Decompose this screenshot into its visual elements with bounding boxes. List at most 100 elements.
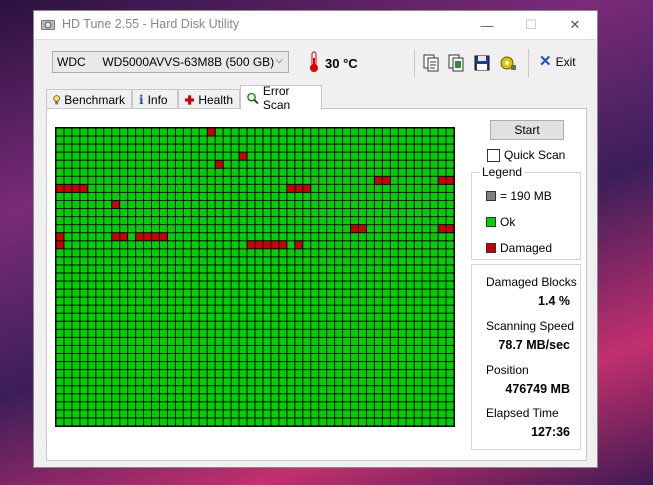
exit-button[interactable]: ✕ Exit <box>539 53 576 70</box>
ok-block <box>327 200 335 209</box>
damaged-block <box>263 241 271 249</box>
ok-block <box>152 265 159 273</box>
ok-block <box>287 313 295 321</box>
ok-block <box>319 410 327 418</box>
ok-block <box>414 345 422 354</box>
ok-block <box>64 152 72 160</box>
ok-block <box>239 378 247 386</box>
ok-block <box>167 273 175 281</box>
drive-select[interactable]: WDC WD5000AVVS-63M8B (500 GB) ⌵ <box>52 51 289 73</box>
ok-block <box>255 128 263 136</box>
ok-block <box>343 386 351 394</box>
ok-block <box>247 362 255 370</box>
ok-block <box>303 241 311 249</box>
ok-block <box>56 345 64 354</box>
ok-block <box>120 337 128 345</box>
ok-block <box>72 337 80 345</box>
ok-block <box>231 394 239 402</box>
close-button[interactable]: ✕ <box>553 11 597 39</box>
ok-block <box>72 354 80 362</box>
ok-block <box>271 257 279 265</box>
quick-scan-box[interactable] <box>487 148 500 162</box>
save-icon[interactable] <box>472 53 492 73</box>
ok-block <box>319 160 327 168</box>
ok-block <box>72 152 80 160</box>
tab-error-scan[interactable]: Error Scan <box>240 84 322 112</box>
ok-block <box>199 394 207 402</box>
ok-block <box>343 209 351 217</box>
ok-block <box>136 249 144 257</box>
tab-info[interactable]: i Info <box>132 89 178 109</box>
ok-block <box>104 241 112 249</box>
ok-block <box>136 168 144 176</box>
ok-block <box>231 370 239 378</box>
tab-benchmark[interactable]: Benchmark <box>46 89 132 109</box>
damaged-block <box>120 233 128 241</box>
tab-health[interactable]: Health <box>178 89 240 109</box>
ok-block <box>422 176 430 184</box>
ok-block <box>96 225 104 233</box>
maximize-button[interactable]: ☐ <box>509 11 553 39</box>
ok-block <box>374 362 382 370</box>
ok-block <box>136 378 144 386</box>
ok-block <box>390 217 398 225</box>
ok-block <box>358 321 366 329</box>
ok-block <box>88 128 96 136</box>
ok-block <box>335 410 343 418</box>
ok-block <box>136 402 144 410</box>
ok-block <box>152 354 159 362</box>
ok-block <box>319 370 327 378</box>
ok-block <box>398 200 406 209</box>
ok-block <box>406 329 414 337</box>
ok-block <box>136 144 144 152</box>
ok-block <box>390 168 398 176</box>
ok-block <box>159 418 167 426</box>
start-button[interactable]: Start <box>490 120 564 140</box>
ok-block <box>72 200 80 209</box>
ok-block <box>343 265 351 273</box>
copy-text-icon[interactable] <box>421 53 441 73</box>
ok-block <box>271 329 279 337</box>
ok-block <box>327 144 335 152</box>
ok-block <box>144 257 152 265</box>
ok-block <box>414 241 422 249</box>
ok-block <box>191 160 199 168</box>
ok-block <box>406 257 414 265</box>
ok-block <box>382 418 390 426</box>
ok-block <box>287 345 295 354</box>
ok-block <box>207 176 215 184</box>
minimize-button[interactable]: — <box>465 11 509 39</box>
ok-block <box>311 168 319 176</box>
ok-block <box>414 337 422 345</box>
ok-block <box>152 394 159 402</box>
ok-block <box>263 394 271 402</box>
ok-block <box>175 257 183 265</box>
ok-block <box>223 418 231 426</box>
ok-block <box>239 394 247 402</box>
ok-block <box>64 410 72 418</box>
options-icon[interactable] <box>498 53 518 73</box>
ok-block <box>374 305 382 313</box>
ok-block <box>446 281 454 289</box>
ok-block <box>430 281 438 289</box>
quick-scan-checkbox[interactable]: Quick Scan <box>487 148 565 162</box>
ok-block <box>295 168 303 176</box>
exit-icon: ✕ <box>539 53 552 70</box>
ok-block <box>199 313 207 321</box>
ok-block <box>374 370 382 378</box>
ok-block <box>271 418 279 426</box>
ok-block <box>343 217 351 225</box>
legend-block-size: = 190 MB <box>486 189 552 203</box>
damaged-block <box>255 241 263 249</box>
title-bar[interactable]: HD Tune 2.55 - Hard Disk Utility — ☐ ✕ <box>34 11 597 39</box>
ok-block <box>414 321 422 329</box>
ok-block <box>382 225 390 233</box>
ok-block <box>295 354 303 362</box>
ok-block <box>56 394 64 402</box>
ok-block <box>152 362 159 370</box>
ok-block <box>343 345 351 354</box>
ok-block <box>358 200 366 209</box>
ok-block <box>120 225 128 233</box>
ok-block <box>159 281 167 289</box>
copy-screenshot-icon[interactable] <box>446 53 466 73</box>
